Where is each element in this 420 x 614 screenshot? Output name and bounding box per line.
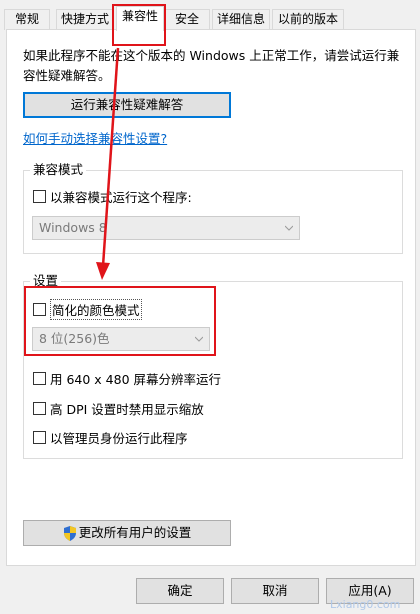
cancel-button[interactable]: 取消 [231, 578, 319, 604]
manual-settings-link[interactable]: 如何手动选择兼容性设置? [23, 128, 167, 147]
change-all-users-label: 更改所有用户的设置 [78, 525, 192, 540]
dpi-label: 高 DPI 设置时禁用显示缩放 [50, 402, 204, 417]
resolution-label: 用 640 x 480 屏幕分辨率运行 [50, 372, 222, 387]
settings-group: 设置 简化的颜色模式 8 位(256)色 用 640 x 480 屏幕分辨率运行… [23, 273, 403, 459]
color-depth-select[interactable]: 8 位(256)色 [32, 327, 210, 351]
tab-strip: 常规 快捷方式 兼容性 安全 详细信息 以前的版本 [0, 6, 420, 31]
admin-label: 以管理员身份运行此程序 [50, 431, 188, 446]
compat-mode-label: 以兼容模式运行这个程序: [50, 190, 192, 205]
compat-os-value: Windows 8 [39, 220, 107, 235]
compatibility-description: 如果此程序不能在这个版本的 Windows 上正常工作，请尝试运行兼容性疑难解答… [23, 48, 400, 83]
tab-general[interactable]: 常规 [4, 9, 50, 30]
checkbox-box[interactable] [33, 190, 46, 203]
checkbox-box[interactable] [33, 372, 46, 385]
run-troubleshooter-button[interactable]: 运行兼容性疑难解答 [23, 92, 231, 118]
checkbox-box[interactable] [33, 402, 46, 415]
tab-label: 兼容性 [121, 9, 158, 23]
compat-mode-checkbox[interactable]: 以兼容模式运行这个程序: [33, 187, 192, 206]
admin-checkbox[interactable]: 以管理员身份运行此程序 [33, 428, 188, 447]
color-depth-value: 8 位(256)色 [39, 331, 110, 346]
tab-label: 以前的版本 [277, 12, 338, 26]
tab-security[interactable]: 安全 [164, 9, 210, 30]
tab-previous-versions[interactable]: 以前的版本 [272, 9, 344, 30]
tab-label: 安全 [174, 12, 199, 26]
watermark-text: Lxiang0.com [330, 598, 401, 611]
tab-label: 详细信息 [216, 12, 265, 26]
resolution-checkbox[interactable]: 用 640 x 480 屏幕分辨率运行 [33, 369, 221, 388]
compatibility-panel: 如果此程序不能在这个版本的 Windows 上正常工作，请尝试运行兼容性疑难解答… [6, 29, 416, 566]
reduced-color-checkbox[interactable]: 简化的颜色模式 [33, 299, 142, 320]
chevron-down-icon [285, 225, 293, 231]
compat-mode-group: 兼容模式 以兼容模式运行这个程序: Windows 8 [23, 162, 403, 254]
shield-icon [63, 526, 76, 541]
checkbox-box[interactable] [33, 431, 46, 444]
dpi-checkbox[interactable]: 高 DPI 设置时禁用显示缩放 [33, 399, 204, 418]
tab-compatibility[interactable]: 兼容性 [116, 6, 164, 31]
tab-label: 快捷方式 [60, 12, 109, 26]
settings-title: 设置 [30, 273, 62, 289]
compat-mode-title: 兼容模式 [30, 162, 87, 178]
chevron-down-icon [195, 336, 203, 342]
checkbox-box[interactable] [33, 303, 46, 316]
ok-button[interactable]: 确定 [136, 578, 224, 604]
tab-details[interactable]: 详细信息 [212, 9, 270, 30]
tab-label: 常规 [14, 12, 39, 26]
tab-shortcut[interactable]: 快捷方式 [56, 9, 114, 30]
change-all-users-button[interactable]: 更改所有用户的设置 [23, 520, 231, 546]
reduced-color-label: 简化的颜色模式 [50, 299, 142, 320]
compat-os-select[interactable]: Windows 8 [32, 216, 300, 240]
